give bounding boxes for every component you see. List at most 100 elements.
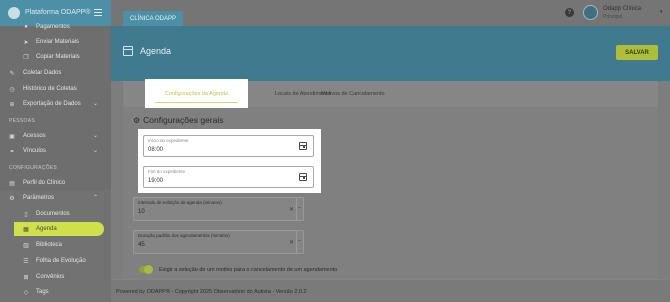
brand-title: Plataforma ODAPP® xyxy=(25,9,91,16)
settings-card: Configurações da Agenda Locais de Atendi… xyxy=(123,79,658,279)
user-role: Principal xyxy=(603,14,623,20)
agreement-icon: ⊠ xyxy=(23,274,29,281)
chevron-up-icon: ⌃ xyxy=(92,195,98,201)
page-header: Agenda SALVAR xyxy=(111,26,670,81)
sidebar: Plataforma ODAPP® ● Pagamentos ➤ Enviar … xyxy=(0,0,111,302)
send-icon: ➤ xyxy=(23,39,29,46)
field-label: Fim do expediente xyxy=(148,169,186,174)
sidebar-item-label: Enviar Materiais xyxy=(36,39,80,45)
tab-motivos-cancelamento[interactable]: Motivos de Cancelamento xyxy=(321,91,385,97)
user-name[interactable]: Odapp Clínica xyxy=(603,6,641,12)
chevron-down-icon: ⌄ xyxy=(92,148,98,154)
sidebar-item-pagamentos[interactable]: ● Pagamentos xyxy=(0,20,111,34)
sidebar-item-label: Convênios xyxy=(36,274,65,280)
chevron-down-icon[interactable]: ▾ xyxy=(660,9,663,15)
sidebar-item-vinculos[interactable]: ⚭ Vínculos ⌄ xyxy=(0,144,111,158)
sidebar-item-label: Histórico de Coletas xyxy=(23,86,77,92)
start-time-field[interactable]: Início do expediente 08:00 xyxy=(143,135,314,157)
history-icon: ◷ xyxy=(9,86,15,93)
calendar-icon: ▦ xyxy=(23,226,29,233)
quantity-stepper[interactable] xyxy=(296,231,303,253)
sidebar-item-perfil-clinico[interactable]: ▤ Perfil do Clínico xyxy=(0,176,111,190)
clear-icon[interactable]: ✕ xyxy=(289,239,294,246)
sidebar-item-documentos[interactable]: ▯ Documentos xyxy=(0,207,111,221)
sidebar-item-label: Pagamentos xyxy=(36,24,70,30)
toggle-label: Exigir a seleção de um motivo para o can… xyxy=(159,267,338,273)
main-content: Configurações da Agenda Locais de Atendi… xyxy=(111,79,670,279)
sidebar-item-label: Parâmetros xyxy=(23,195,55,201)
field-value[interactable]: 10 xyxy=(138,209,145,215)
footer: Powered by ODAPP® - Copyright 2025 Obser… xyxy=(111,279,670,302)
sidebar-item-agenda[interactable]: ▦ Agenda xyxy=(14,222,104,236)
sidebar-item-label: Acessos xyxy=(23,133,46,139)
section-pessoas: PESSOAS xyxy=(9,118,35,124)
link-icon: ⚭ xyxy=(9,148,15,155)
sidebar-item-label: Coletar Dados xyxy=(23,70,62,76)
top-bar: CLÍNICA ODAPP ? Odapp Clínica Principal … xyxy=(111,0,670,26)
chevron-down-icon: ⌄ xyxy=(92,101,98,107)
gear-icon: ⚙ xyxy=(9,195,15,202)
sidebar-item-label: Exportação de Dados xyxy=(23,101,81,107)
library-icon: ▥ xyxy=(23,242,29,249)
field-label: Intervalo de exibição da agenda (minutos… xyxy=(138,200,222,205)
profile-icon: ▤ xyxy=(9,180,15,187)
interval-field[interactable]: Intervalo de exibição da agenda (minutos… xyxy=(133,197,304,221)
tab-configuracoes-agenda[interactable]: Configurações da Agenda xyxy=(145,79,248,108)
tab-bar: Configurações da Agenda Locais de Atendi… xyxy=(123,79,658,108)
sidebar-item-label: Documentos xyxy=(36,211,70,217)
field-label: Início do expediente xyxy=(148,138,189,143)
duration-field[interactable]: Duração padrão dos agendamentos (minutos… xyxy=(133,230,304,254)
field-value[interactable]: 45 xyxy=(138,242,145,248)
sidebar-item-biblioteca[interactable]: ▥ Biblioteca xyxy=(0,238,111,252)
save-button[interactable]: SALVAR xyxy=(616,45,658,60)
field-value[interactable]: 19:00 xyxy=(148,178,163,184)
sidebar-item-parametros[interactable]: ⚙ Parâmetros ⌃ xyxy=(0,191,111,205)
avatar[interactable] xyxy=(583,5,598,20)
logo-icon xyxy=(8,7,20,19)
sidebar-item-coletar-dados[interactable]: ✎ Coletar Dados xyxy=(0,66,111,80)
sidebar-item-tags[interactable]: ◇ Tags xyxy=(0,285,111,299)
clock-calendar-icon[interactable] xyxy=(299,142,307,150)
chevron-down-icon: ⌄ xyxy=(92,133,98,139)
sidebar-item-label: Folha de Evolução xyxy=(36,258,86,264)
sidebar-item-copiar-materiais[interactable]: ❐ Copiar Materiais xyxy=(0,50,111,64)
sidebar-item-convenios[interactable]: ⊠ Convênios xyxy=(0,270,111,284)
document-icon: ▯ xyxy=(24,211,28,218)
expediente-group: Início do expediente 08:00 Fim do expedi… xyxy=(138,129,321,193)
section-title-text: Configurações gerais xyxy=(143,115,224,125)
sidebar-item-enviar-materiais[interactable]: ➤ Enviar Materiais xyxy=(0,35,111,49)
sidebar-item-label: Perfil do Clínico xyxy=(23,180,66,186)
sidebar-item-exportacao-dados[interactable]: ⊕ Exportação de Dados ⌄ xyxy=(0,97,111,111)
sidebar-item-historico-coletas[interactable]: ◷ Histórico de Coletas xyxy=(0,82,111,96)
menu-icon[interactable] xyxy=(94,9,102,16)
tab-underline xyxy=(155,102,238,103)
clinic-tab[interactable]: CLÍNICA ODAPP xyxy=(123,11,183,26)
export-icon: ⊕ xyxy=(9,101,15,108)
list-icon: ☰ xyxy=(23,258,29,265)
sidebar-item-label: Tags xyxy=(36,289,49,295)
footer-text: Powered by ODAPP® - Copyright 2025 Obser… xyxy=(116,289,307,295)
section-title: ⚙ Configurações gerais xyxy=(133,115,224,125)
tab-label: Configurações da Agenda xyxy=(164,91,229,97)
clear-icon[interactable]: ✕ xyxy=(289,206,294,213)
sidebar-item-label: Agenda xyxy=(36,226,57,232)
gear-icon: ⚙ xyxy=(133,115,141,125)
sidebar-item-acessos[interactable]: ▣ Acessos ⌄ xyxy=(0,129,111,143)
end-time-field[interactable]: Fim do expediente 19:00 xyxy=(143,166,314,188)
quantity-stepper[interactable] xyxy=(296,198,303,220)
clock-calendar-icon[interactable] xyxy=(299,173,307,181)
require-reason-toggle[interactable] xyxy=(139,265,153,274)
calendar-icon xyxy=(123,46,133,56)
pencil-icon: ✎ xyxy=(9,70,15,77)
id-card-icon: ▣ xyxy=(9,133,15,140)
field-label: Duração padrão dos agendamentos (minutos… xyxy=(138,233,230,238)
help-icon[interactable]: ? xyxy=(565,8,574,17)
copy-icon: ❐ xyxy=(23,54,29,61)
page-title: Agenda xyxy=(140,46,172,56)
sidebar-item-label: Copiar Materiais xyxy=(36,54,80,60)
sidebar-item-label: Biblioteca xyxy=(36,242,63,248)
field-value[interactable]: 08:00 xyxy=(148,147,163,153)
sidebar-item-folha-evolucao[interactable]: ☰ Folha de Evolução xyxy=(0,254,111,268)
section-configuracoes: CONFIGURAÇÕES xyxy=(9,165,58,171)
hand-coin-icon: ● xyxy=(24,24,28,30)
